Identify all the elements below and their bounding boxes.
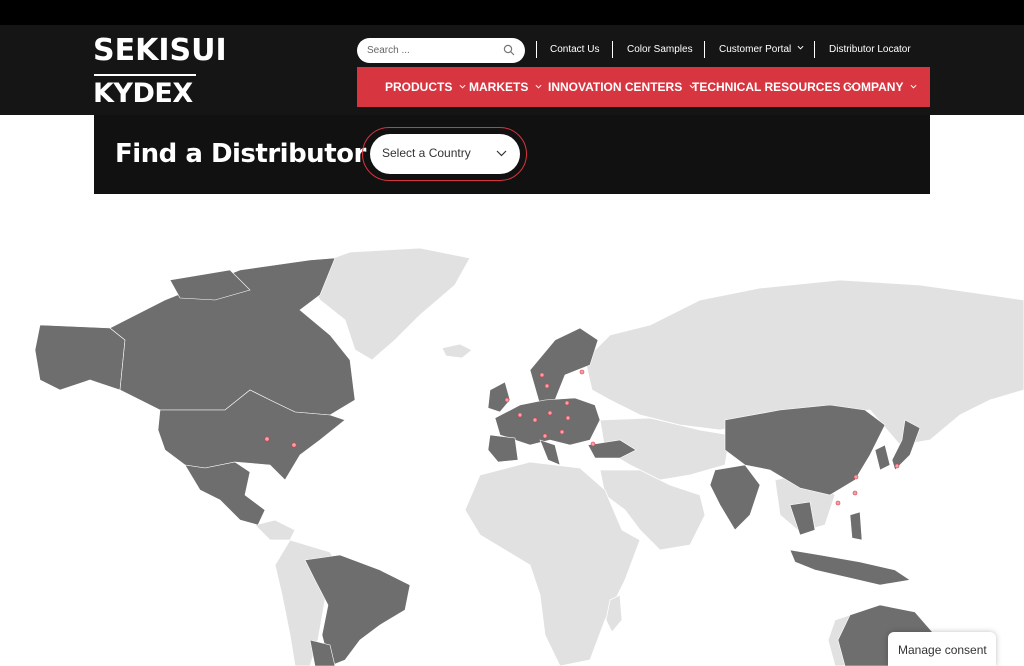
iceland (441, 343, 473, 359)
map-marker (590, 441, 596, 447)
nav-products-label: PRODUCTS (385, 80, 453, 94)
map-marker (565, 415, 571, 421)
search-input[interactable] (367, 42, 497, 59)
nav-markets[interactable]: MARKETS (469, 80, 542, 94)
iberia (487, 434, 519, 463)
map-marker (835, 500, 841, 506)
utility-separator (704, 41, 705, 58)
uk-ireland (487, 381, 511, 413)
nav-technical-resources-label: TECHNICAL RESOURCES (692, 80, 841, 94)
utility-separator (536, 41, 537, 58)
korea (874, 444, 891, 471)
nav-innovation-centers-label: INNOVATION CENTERS (548, 80, 683, 94)
map-marker (853, 474, 859, 480)
utility-separator (814, 41, 815, 58)
italy (539, 439, 561, 466)
world-map[interactable] (0, 240, 1024, 666)
chevron-down-icon (459, 84, 466, 89)
logo-line-1: SEKISUI (93, 33, 227, 68)
utility-separator (612, 41, 613, 58)
country-select-value: Select a Country (382, 146, 471, 160)
map-marker (291, 442, 297, 448)
main-navigation: PRODUCTS MARKETS INNOVATION CENTERS TECH… (357, 67, 930, 107)
color-samples-link[interactable]: Color Samples (627, 43, 693, 56)
map-marker (539, 372, 545, 378)
contact-us-link[interactable]: Contact Us (550, 43, 599, 56)
nav-company-label: COMPANY (843, 80, 904, 94)
search-icon[interactable] (503, 44, 515, 56)
map-marker (852, 490, 858, 496)
top-black-bar (0, 0, 1024, 25)
map-marker (547, 410, 553, 416)
logo-divider (94, 74, 196, 76)
map-marker (532, 417, 538, 423)
manage-consent-button[interactable]: Manage consent (888, 632, 996, 666)
distributor-locator-link[interactable]: Distributor Locator (829, 43, 911, 56)
map-marker (542, 433, 548, 439)
map-marker (517, 412, 523, 418)
customer-portal-label: Customer Portal (719, 44, 792, 55)
nav-company[interactable]: COMPANY (843, 80, 917, 94)
chevron-down-icon (535, 84, 542, 89)
philippines (849, 511, 863, 541)
nav-products[interactable]: PRODUCTS (385, 80, 466, 94)
alaska (34, 324, 126, 391)
india (709, 464, 761, 531)
country-select[interactable]: Select a Country (370, 134, 520, 174)
map-marker (564, 400, 570, 406)
chevron-down-icon (910, 84, 917, 89)
customer-portal-link[interactable]: Customer Portal (719, 43, 804, 56)
central-america (254, 519, 296, 541)
nav-innovation-centers[interactable]: INNOVATION CENTERS (548, 80, 696, 94)
indonesia (789, 549, 911, 586)
logo-line-2: KYDEX (93, 78, 193, 109)
nav-technical-resources[interactable]: TECHNICAL RESOURCES (692, 80, 854, 94)
map-marker (894, 463, 900, 469)
chevron-down-icon (496, 150, 507, 157)
map-marker (579, 369, 585, 375)
manage-consent-label: Manage consent (898, 643, 987, 657)
map-marker (544, 383, 550, 389)
search-box (357, 38, 525, 63)
page-title: Find a Distributor (115, 139, 366, 169)
map-marker (504, 397, 510, 403)
map-marker (264, 436, 270, 442)
chevron-down-icon (797, 45, 804, 50)
map-marker (559, 429, 565, 435)
sekisui-kydex-logo[interactable]: SEKISUI KYDEX (93, 34, 227, 110)
mexico (184, 461, 266, 526)
nav-markets-label: MARKETS (469, 80, 529, 94)
